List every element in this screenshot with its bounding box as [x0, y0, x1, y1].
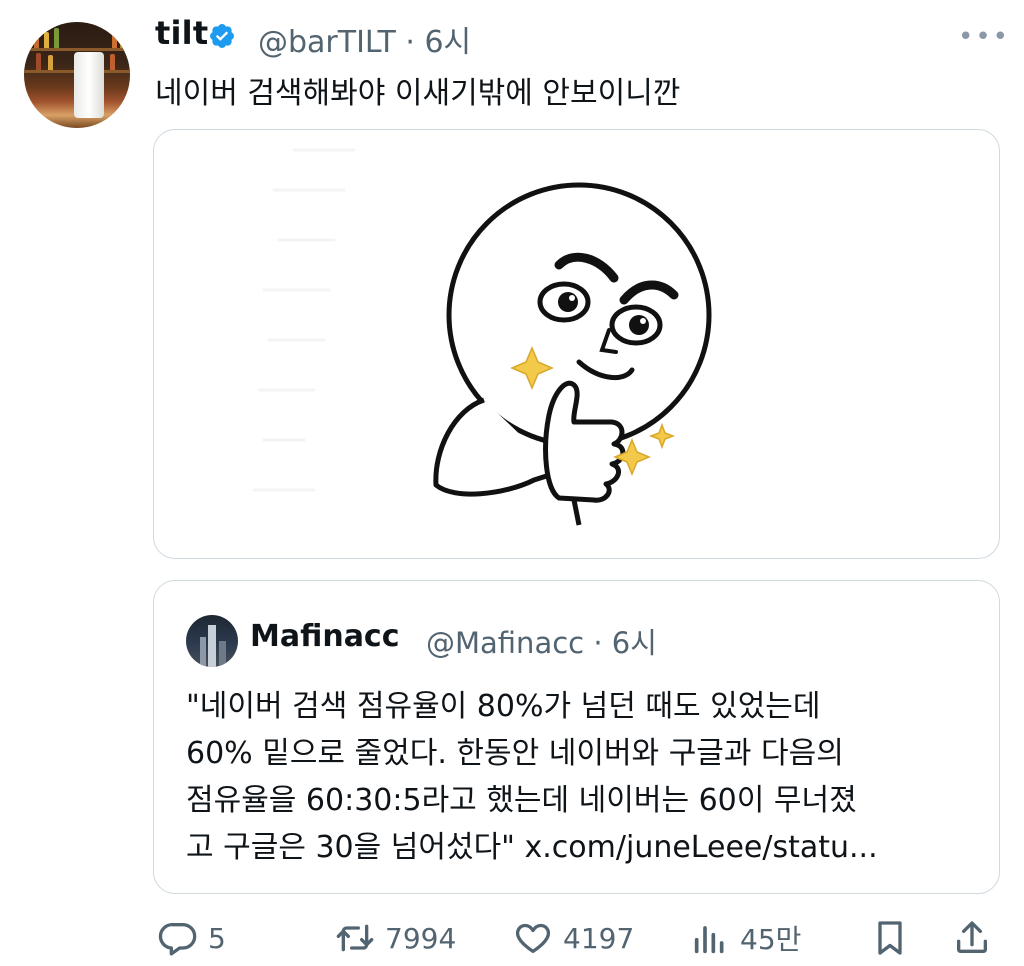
thumbs-up-character-sticker — [252, 148, 712, 526]
share-icon — [957, 921, 987, 953]
author-name[interactable]: tilt — [155, 14, 208, 52]
quoted-tweet-card[interactable]: Mafinacc @Mafinacc · 6시 "네이버 검색 점유율이 80%… — [153, 580, 1000, 894]
retweet-button[interactable]: 7994 — [335, 910, 456, 966]
quoted-text-line-with-link[interactable]: 고 구글은 30을 넘어섰다" x.com/juneLeee/statu... — [186, 822, 878, 866]
reply-button[interactable]: 5 — [158, 910, 226, 966]
share-button[interactable] — [952, 910, 992, 966]
quoted-text-line: 60% 밑으로 줄었다. 한동안 네이버와 구글과 다음의 — [186, 736, 844, 771]
verified-badge-icon — [210, 24, 234, 48]
retweet-icon — [336, 924, 374, 952]
media-card[interactable] — [153, 129, 1000, 559]
quoted-text-line: "네이버 검색 점유율이 80%가 넘던 때도 있었는데 — [186, 689, 821, 724]
views-chart-icon — [694, 926, 724, 954]
bookmark-button[interactable] — [870, 910, 910, 966]
author-avatar[interactable] — [24, 22, 130, 128]
author-handle-and-time[interactable]: @barTILT · 6시 — [258, 17, 471, 61]
quoted-author-avatar[interactable] — [186, 615, 238, 667]
tweet-text: 네이버 검색해봐야 이새기밖에 안보이니깐 — [155, 76, 681, 111]
retweet-count: 7994 — [385, 921, 457, 955]
quoted-text-line: 점유율을 60:30:5라고 했는데 네이버는 60이 무너졌 — [186, 783, 857, 818]
more-dots-icon[interactable]: ••• — [958, 22, 1010, 52]
views-count: 45만 — [740, 923, 802, 956]
quoted-author-name[interactable]: Mafinacc — [250, 619, 400, 654]
quoted-author-handle-and-time[interactable]: @Mafinacc · 6시 — [426, 620, 657, 662]
reply-count: 5 — [208, 921, 226, 955]
like-button[interactable]: 4197 — [513, 910, 634, 966]
heart-icon — [515, 923, 551, 953]
reply-icon — [158, 922, 197, 956]
bookmark-icon — [878, 921, 902, 955]
milk-glass-image — [74, 52, 104, 118]
views-button[interactable]: 45만 — [690, 910, 801, 966]
tweet-action-bar: 5 7994 4197 45만 — [0, 910, 1024, 966]
like-count: 4197 — [563, 921, 635, 955]
